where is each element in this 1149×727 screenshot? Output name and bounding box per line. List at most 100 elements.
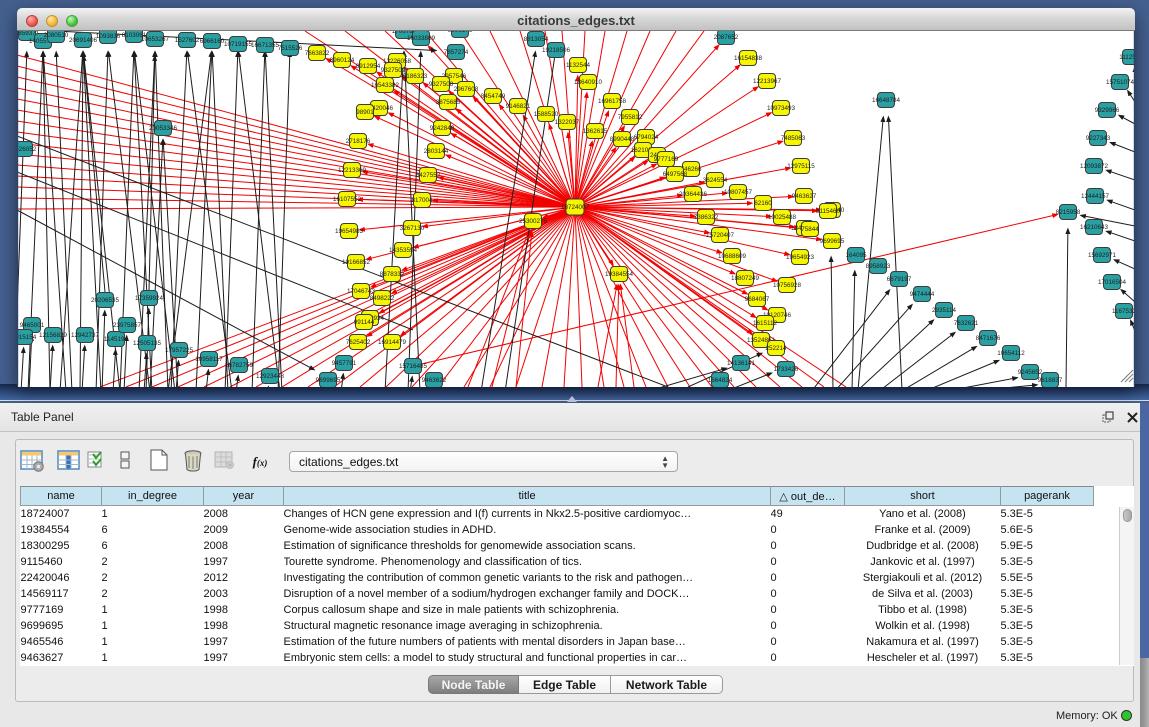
svg-text:16154838: 16154838 [734, 55, 763, 62]
svg-text:10025488: 10025488 [768, 214, 797, 221]
svg-text:10973493: 10973493 [767, 105, 796, 112]
svg-text:1112544: 1112544 [1119, 54, 1135, 61]
svg-text:12213369: 12213369 [338, 167, 367, 174]
svg-text:2935114: 2935114 [932, 307, 957, 314]
svg-text:1362615: 1362615 [583, 128, 608, 135]
svg-text:7625402: 7625402 [346, 339, 371, 346]
svg-text:7857274: 7857274 [444, 49, 469, 56]
svg-text:10807457: 10807457 [724, 189, 753, 196]
svg-text:7485063: 7485063 [781, 135, 806, 142]
svg-text:9463622: 9463622 [422, 377, 447, 384]
svg-text:8186323: 8186323 [403, 73, 428, 80]
svg-text:1588520: 1588520 [534, 111, 559, 118]
svg-text:19218506: 19218506 [542, 47, 571, 54]
svg-text:14136141: 14136141 [727, 360, 756, 367]
svg-text:14353594: 14353594 [389, 247, 418, 254]
svg-text:1145194: 1145194 [104, 336, 129, 343]
svg-text:23975857: 23975857 [113, 322, 142, 329]
svg-text:1093836: 1093836 [96, 33, 121, 40]
svg-text:f(x): f(x) [253, 454, 268, 469]
svg-text:1527602: 1527602 [175, 37, 200, 44]
svg-text:8454749: 8454749 [481, 93, 506, 100]
svg-text:6679197: 6679197 [887, 276, 912, 283]
svg-text:17046743: 17046743 [347, 288, 376, 295]
svg-text:98901: 98901 [356, 109, 374, 116]
svg-text:2967608: 2967608 [454, 86, 479, 93]
svg-text:10719155: 10719155 [224, 41, 253, 48]
svg-text:6497568: 6497568 [663, 171, 688, 178]
svg-text:2526052: 2526052 [17, 146, 37, 153]
svg-text:16961758: 16961758 [598, 98, 627, 105]
svg-text:16914479: 16914479 [378, 339, 407, 346]
svg-text:18724007: 18724007 [561, 204, 590, 211]
svg-text:2087652: 2087652 [714, 34, 739, 41]
svg-text:164095: 164095 [845, 252, 867, 259]
svg-text:817004: 817004 [411, 197, 433, 204]
svg-text:10958117: 10958117 [195, 356, 223, 363]
svg-text:8912954: 8912954 [356, 63, 381, 70]
svg-text:20364436: 20364436 [679, 191, 708, 198]
svg-text:18640910: 18640910 [574, 79, 603, 86]
svg-text:1132544: 1132544 [566, 62, 591, 69]
svg-text:6794024: 6794024 [634, 134, 659, 141]
svg-text:7632621: 7632621 [954, 320, 979, 327]
svg-text:9465001: 9465001 [20, 322, 45, 329]
svg-text:8958923: 8958923 [866, 263, 891, 270]
svg-text:2080510: 2080510 [44, 32, 69, 39]
svg-text:19384554: 19384554 [605, 271, 634, 278]
svg-text:6966160: 6966160 [200, 38, 225, 45]
svg-text:8960124: 8960124 [330, 57, 355, 64]
svg-text:12942737: 12942737 [71, 332, 100, 339]
svg-text:20053346: 20053346 [149, 125, 178, 132]
svg-text:9699695: 9699695 [316, 377, 341, 384]
svg-text:15751074: 15751074 [1106, 79, 1135, 86]
svg-text:16210643: 16210643 [1080, 224, 1109, 231]
svg-text:19166852: 19166852 [342, 259, 371, 266]
svg-text:10756928: 10756928 [773, 282, 802, 289]
svg-text:12213967: 12213967 [753, 78, 782, 85]
svg-text:12444157: 12444157 [1081, 193, 1110, 200]
svg-text:9463627: 9463627 [792, 193, 817, 200]
svg-text:1733426: 1733426 [774, 366, 799, 373]
svg-text:12975115: 12975115 [787, 163, 815, 170]
svg-text:17359924: 17359924 [135, 295, 164, 302]
svg-text:9327508: 9327508 [429, 81, 454, 88]
svg-text:7663822: 7663822 [305, 50, 330, 57]
svg-text:2803144: 2803144 [424, 148, 449, 155]
svg-text:9699695: 9699695 [820, 238, 845, 245]
svg-text:15720407: 15720407 [706, 232, 735, 239]
svg-text:16543382: 16543382 [371, 82, 400, 89]
svg-text:12923448: 12923448 [256, 373, 285, 380]
svg-text:9474444: 9474444 [910, 291, 935, 298]
svg-text:18807249: 18807249 [731, 275, 760, 282]
svg-text:8471676: 8471676 [976, 335, 1001, 342]
svg-text:1664824: 1664824 [708, 377, 733, 384]
svg-text:17016504: 17016504 [1098, 279, 1127, 286]
svg-text:10654112: 10654112 [997, 350, 1025, 357]
svg-text:3915154: 3915154 [17, 334, 37, 341]
svg-text:9806176: 9806176 [448, 31, 473, 34]
svg-text:19654923: 19654923 [786, 254, 815, 261]
svg-text:8215958: 8215958 [1056, 209, 1081, 216]
svg-text:9457791: 9457791 [332, 360, 357, 367]
svg-text:17957225: 17957225 [165, 347, 194, 354]
svg-text:16033809: 16033809 [407, 35, 436, 42]
svg-text:20691406: 20691406 [69, 37, 98, 44]
svg-text:7515526: 7515526 [278, 45, 303, 52]
svg-text:3624554: 3624554 [703, 177, 728, 184]
svg-text:9115460: 9115460 [816, 208, 841, 215]
svg-text:3267130: 3267130 [400, 225, 425, 232]
svg-text:9146821: 9146821 [506, 103, 531, 110]
svg-text:7955812: 7955812 [618, 114, 643, 121]
svg-text:16671355: 16671355 [251, 42, 280, 49]
svg-text:75844: 75844 [801, 226, 819, 233]
svg-text:9227343: 9227343 [1086, 135, 1111, 142]
svg-text:25300275: 25300275 [519, 218, 548, 225]
svg-text:8498222: 8498222 [370, 295, 395, 302]
svg-text:9329966: 9329966 [1095, 107, 1120, 114]
svg-text:1322037: 1322037 [555, 119, 580, 126]
svg-text:12505135: 12505135 [133, 340, 162, 347]
svg-text:9618837: 9618837 [1038, 377, 1063, 384]
svg-text:10653267: 10653267 [141, 36, 170, 43]
svg-text:15716485: 15716485 [399, 363, 428, 370]
